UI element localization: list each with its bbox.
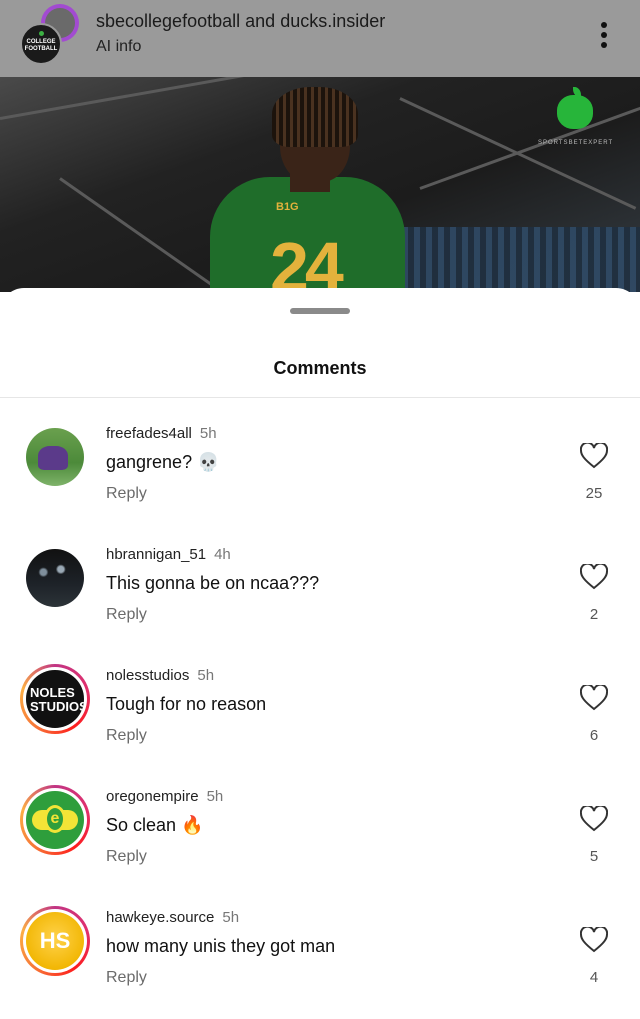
avatar-logo-text: HS: [26, 912, 84, 970]
avatar[interactable]: NOLES STUDIOS: [20, 664, 90, 734]
like-count: 2: [589, 606, 599, 623]
avatar[interactable]: [26, 549, 84, 607]
like-count: 4: [589, 969, 599, 986]
author-link-b[interactable]: ducks.insider: [280, 11, 385, 31]
comment-text: This gonna be on ncaa???: [106, 573, 320, 593]
comment-item: HS hawkeye.source 5h how many unis they g…: [0, 906, 640, 1019]
comment-time: 4h: [214, 546, 231, 563]
reply-button[interactable]: Reply: [106, 727, 147, 745]
reply-button[interactable]: Reply: [106, 848, 147, 866]
heart-outline-icon[interactable]: [580, 927, 608, 953]
comments-sheet: Comments freefades4all 5h gangrene? 💀 Rep…: [0, 288, 640, 997]
collab-avatar-sbecollegefootball[interactable]: COLLEGE FOOTBALL: [20, 23, 62, 65]
comment-username[interactable]: hawkeye.source: [106, 909, 214, 926]
divider: [0, 397, 640, 398]
like-count: 6: [589, 727, 599, 744]
like-count: 25: [585, 485, 603, 502]
reply-button[interactable]: Reply: [106, 485, 147, 503]
comment-time: 5h: [199, 425, 217, 442]
comment-username[interactable]: hbrannigan_51: [106, 546, 206, 563]
kebab-vertical-icon[interactable]: [596, 20, 612, 50]
reply-button[interactable]: Reply: [106, 606, 147, 624]
comment-item: freefades4all 5h gangrene? 💀 Reply 25: [0, 425, 640, 535]
post-authors: sbecollegefootball and ducks.insider: [96, 11, 385, 32]
heart-outline-icon[interactable]: [580, 806, 608, 832]
comment-time: 5h: [197, 667, 215, 684]
comment-text: how many unis they got man: [106, 936, 336, 956]
comment-username[interactable]: nolesstudios: [106, 667, 189, 684]
ai-info-label[interactable]: AI info: [96, 38, 141, 56]
avatar-logo-text: NOLES: [30, 685, 75, 700]
heart-outline-icon[interactable]: [580, 443, 608, 469]
comment-text: So clean 🔥: [106, 815, 204, 835]
reply-button[interactable]: Reply: [106, 969, 147, 987]
heart-outline-icon[interactable]: [580, 564, 608, 590]
heart-outline-icon[interactable]: [580, 685, 608, 711]
comment-time: 5h: [222, 909, 240, 926]
avatar-logo-text: STUDIOS: [30, 699, 84, 714]
jersey-number: 24: [270, 228, 344, 292]
like-count: 5: [589, 848, 599, 865]
watermark-text: SPORTSBETEXPERT: [538, 140, 614, 146]
comment-text: Tough for no reason: [106, 694, 267, 714]
comment-text: gangrene? 💀: [106, 452, 220, 472]
comment-item: hbrannigan_51 4h This gonna be on ncaa???…: [0, 546, 640, 656]
sheet-title: Comments: [273, 358, 367, 378]
comment-username[interactable]: oregonempire: [106, 788, 199, 805]
comment-username[interactable]: freefades4all: [106, 425, 192, 442]
avatar-logo-text: COLLEGE FOOTBALL: [24, 39, 58, 52]
post-image: B1G 24 SPORTSBETEXPERT: [0, 77, 640, 292]
comment-time: 5h: [206, 788, 224, 805]
apple-logo-icon: [557, 87, 593, 129]
comment-item: e oregonempire 5h So clean 🔥 Reply 5: [0, 785, 640, 898]
jersey-logo-text: B1G: [276, 201, 299, 213]
avatar[interactable]: e: [20, 785, 90, 855]
author-link-a[interactable]: sbecollegefootball: [96, 11, 240, 31]
comment-item: NOLES STUDIOS nolesstudios 5h Tough for no…: [0, 664, 640, 777]
post-header: COLLEGE FOOTBALL sbecollegefootball and …: [0, 0, 640, 77]
avatar[interactable]: HS: [20, 906, 90, 976]
avatar[interactable]: [26, 428, 84, 486]
author-joiner: and: [245, 11, 276, 31]
drag-handle[interactable]: [290, 308, 350, 314]
